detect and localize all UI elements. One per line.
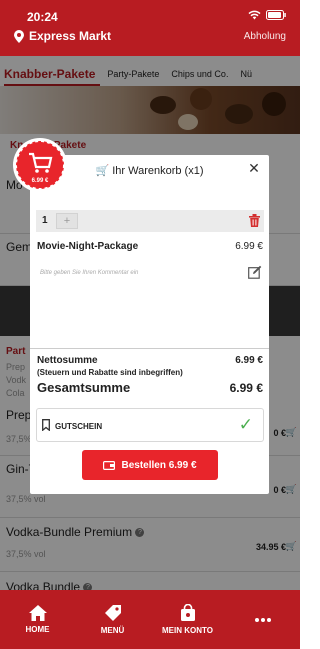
store-name: Express Markt [29, 29, 112, 43]
bag-icon [180, 604, 195, 621]
status-time: 20:24 [27, 10, 58, 24]
nav-menu-label: MENÜ [100, 626, 125, 635]
battery-icon [266, 10, 286, 20]
more-icon [254, 617, 271, 622]
voucher-label: GUTSCHEIN [55, 422, 103, 431]
quantity-value: 1 [42, 215, 48, 226]
comment-input[interactable]: Bitte geben Sie Ihren Kommentar ein [40, 270, 138, 276]
net-total-label: Nettosumme [37, 355, 98, 366]
status-icons [248, 10, 286, 20]
cart-icon: 🛒 [95, 165, 110, 177]
app-header: 20:24 Express Markt Abholung [0, 0, 300, 56]
net-total-value: 6.99 € [235, 355, 263, 366]
pickup-mode[interactable]: Abholung [244, 31, 286, 42]
trash-icon[interactable] [249, 214, 260, 227]
voucher-field[interactable]: GUTSCHEIN ✓ [36, 408, 264, 442]
close-button[interactable]: ✕ [247, 161, 261, 175]
order-button[interactable]: Bestellen 6.99 € [82, 450, 218, 480]
location-pin-icon [14, 29, 24, 43]
bookmark-icon [42, 419, 50, 431]
tax-note: (Steuern und Rabatte sind inbegriffen) [37, 368, 183, 377]
cart-modal: 🛒 Ihr Warenkorb (x1) ✕ 1 + Movie-Night-Pa… [30, 155, 269, 494]
wifi-icon [248, 10, 261, 20]
cart-price-seal: 6.99 € [13, 138, 67, 192]
nav-home[interactable]: HOME [0, 590, 75, 649]
quantity-bar: 1 + [36, 210, 264, 232]
increase-quantity-button[interactable]: + [56, 213, 78, 229]
grand-total-label: Gesamtsumme [37, 380, 131, 395]
nav-account[interactable]: MEIN KONTO [150, 590, 225, 649]
tag-icon [104, 605, 121, 621]
checkmark-icon[interactable]: ✓ [239, 415, 253, 435]
bottom-navigation: HOME MENÜ MEIN KONTO [0, 590, 300, 649]
seal-price: 6.99 € [32, 178, 49, 184]
divider [30, 348, 269, 349]
cart-item-name: Movie-Night-Package [37, 241, 139, 252]
nav-account-label: MEIN KONTO [162, 626, 213, 635]
wallet-icon [103, 461, 116, 470]
grand-total-value: 6.99 € [229, 381, 263, 395]
store-selector[interactable]: Express Markt [14, 29, 111, 43]
home-icon [28, 605, 47, 621]
nav-menu[interactable]: MENÜ [75, 590, 150, 649]
nav-more[interactable] [225, 590, 300, 649]
edit-icon[interactable] [248, 265, 262, 279]
nav-home-label: HOME [25, 625, 50, 634]
order-button-label: Bestellen 6.99 € [121, 459, 197, 471]
cart-item-price: 6.99 € [235, 241, 263, 252]
